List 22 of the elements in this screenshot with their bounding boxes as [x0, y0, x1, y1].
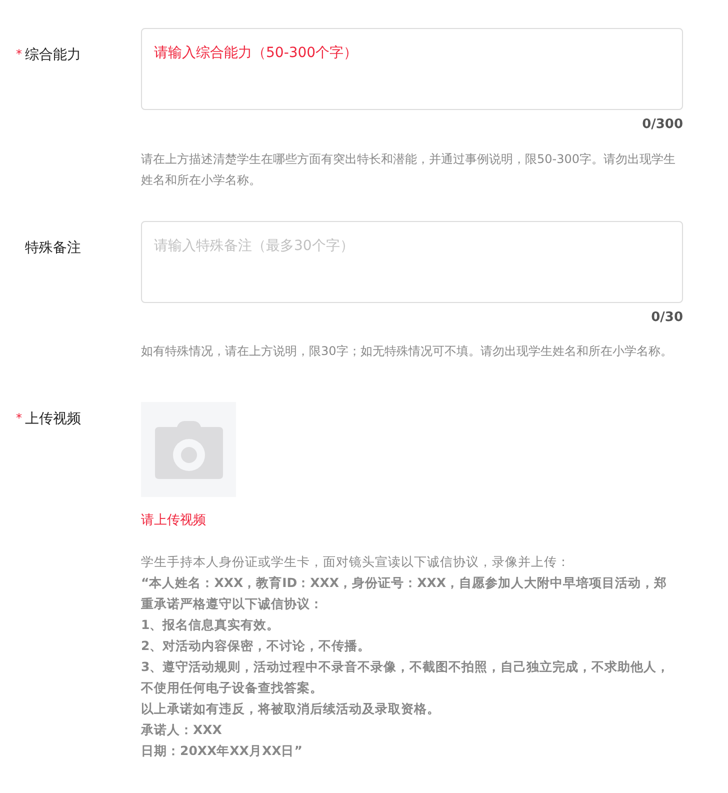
required-mark: *	[16, 46, 23, 63]
text-area-field[interactable]: 请输入特殊备注（最多30个字）	[141, 220, 683, 302]
instruction-text: 2、对活动内容保密，不讨论，不传播。	[141, 636, 372, 654]
error-message: 请上传视频	[141, 512, 207, 530]
field-label: 特殊备注	[25, 238, 81, 258]
instruction-text: 承诺人：XXX	[141, 720, 223, 738]
instruction-text: “本人姓名：XXX，教育ID：XXX，身份证号：XXX，自愿参加人大附中早培项目活动，郑重承诺严格遵守以下诚信协议：	[141, 574, 668, 612]
camera-icon	[154, 420, 222, 478]
text-area-field[interactable]: 请输入综合能力（50-300个字）	[141, 28, 683, 110]
instruction-text: 1、报名信息真实有效。	[141, 616, 281, 634]
required-mark: *	[16, 410, 23, 427]
hint-text: 请在上方描述清楚学生在哪些方面有突出特长和潜能，并通过事例说明，限50-300字。请勿出现学生姓名和所在小学名称。	[141, 150, 677, 188]
instruction-text: 以上承诺如有违反，将被取消后续活动及录取资格。	[141, 700, 441, 718]
field-label: 上传视频	[25, 410, 81, 429]
upload-button[interactable]	[141, 402, 236, 497]
field-label: 综合能力	[25, 46, 81, 65]
instruction-text: 日期：20XX年XX月XX日”	[141, 742, 304, 760]
instruction-text: 学生手持本人身份证或学生卡，面对镜头宣读以下诚信协议，录像并上传：	[141, 552, 571, 570]
hint-text: 如有特殊情况，请在上方说明，限30字；如无特殊情况可不填。请勿出现学生姓名和所在小学名称。	[141, 343, 674, 360]
char-counter: 0/300	[642, 116, 683, 134]
char-counter: 0/30	[651, 308, 683, 326]
instruction-text: 3、遵守活动规则，活动过程中不录音不录像，不截图不拍照，自己独立完成，不求助他人，不使用任何电子设备查找答案。	[141, 658, 671, 696]
